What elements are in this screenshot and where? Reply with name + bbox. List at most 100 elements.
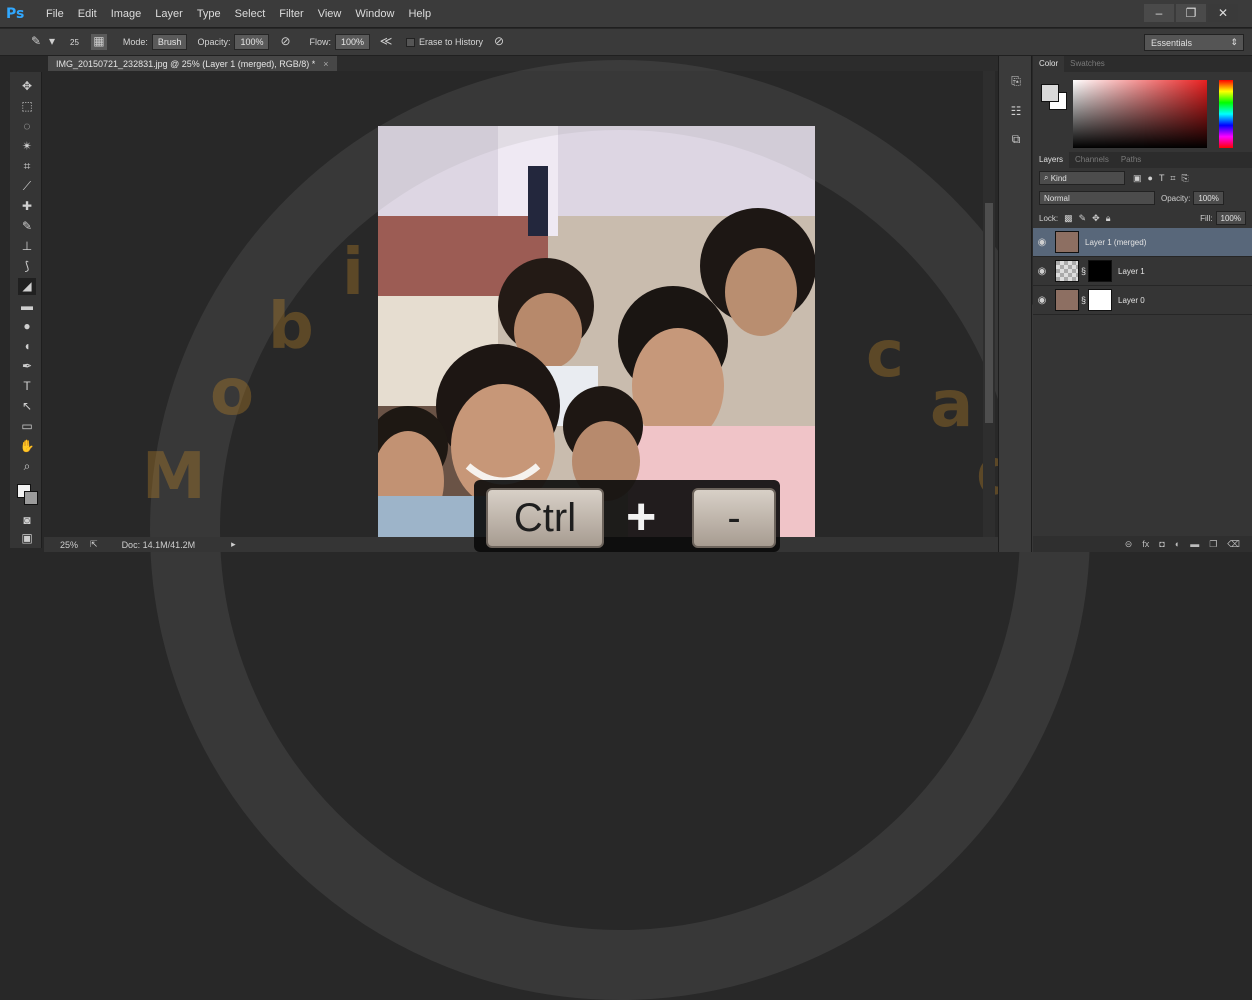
lock-icons[interactable]: ▩✎✥🔒︎ <box>1064 213 1116 224</box>
foreground-color-swatch[interactable] <box>1041 84 1059 102</box>
trash-icon[interactable]: ⌫ <box>1227 539 1240 550</box>
mode-select[interactable]: Brush <box>151 34 188 50</box>
properties-panel-icon[interactable]: ☷ <box>1007 104 1025 122</box>
blur-tool-icon[interactable]: ● <box>18 318 36 335</box>
layer-opacity-field[interactable]: 100% <box>1193 191 1224 205</box>
mode-label: Mode: <box>122 37 148 47</box>
zoom-tool-icon[interactable]: ⌕ <box>18 458 36 475</box>
background-color-swatch[interactable] <box>24 491 38 505</box>
fill-field[interactable]: 100% <box>1215 211 1246 225</box>
blend-mode-select[interactable]: Normal <box>1039 191 1155 205</box>
layer-name[interactable]: Layer 1 (merged) <box>1085 238 1146 247</box>
search-icon: ⌕ <box>1044 173 1051 182</box>
type-tool-icon[interactable]: T <box>18 378 36 395</box>
menu-window[interactable]: Window <box>355 8 394 20</box>
brush-tool-icon[interactable]: ✎ <box>18 218 36 235</box>
path-selection-tool-icon[interactable]: ↖ <box>18 398 36 415</box>
brush-size-picker[interactable]: 25 <box>70 38 79 47</box>
brush-panel-icon[interactable]: ▦ <box>90 34 107 50</box>
flow-field[interactable]: 100% <box>335 34 371 50</box>
fx-icon[interactable]: fx <box>1142 539 1149 549</box>
gradient-tool-icon[interactable]: ▬ <box>18 298 36 315</box>
move-tool-icon[interactable]: ✥ <box>18 78 36 95</box>
layer-thumbnail <box>1055 260 1079 282</box>
eraser-tool-icon[interactable]: ◢ <box>18 278 36 295</box>
marquee-tool-icon[interactable]: ⬚ <box>18 98 36 115</box>
add-mask-icon[interactable]: ◘ <box>1159 539 1164 549</box>
menu-help[interactable]: Help <box>408 8 431 20</box>
menu-filter[interactable]: Filter <box>279 8 303 20</box>
eye-icon[interactable]: ◉ <box>1033 266 1051 277</box>
hue-slider[interactable] <box>1219 80 1233 148</box>
quick-mask-icon[interactable]: ◙ <box>18 512 36 529</box>
scrollbar-thumb[interactable] <box>985 203 993 423</box>
clone-stamp-tool-icon[interactable]: ⊥ <box>18 238 36 255</box>
magic-wand-tool-icon[interactable]: ✴ <box>18 138 36 155</box>
opacity-label: Opacity: <box>197 37 231 47</box>
status-menu-arrow-icon[interactable]: ▸ <box>231 539 236 550</box>
screen-mode-icon[interactable]: ▣ <box>18 530 36 547</box>
workspace-select[interactable]: Essentials ⇕ <box>1144 34 1244 51</box>
history-brush-tool-icon[interactable]: ⟆ <box>18 258 36 275</box>
link-layers-icon[interactable]: ⊝ <box>1125 539 1133 550</box>
chevron-down-icon[interactable]: ▾ <box>44 34 60 50</box>
hand-tool-icon[interactable]: ✋ <box>18 438 36 455</box>
history-panel-icon[interactable]: ⎘ <box>1007 74 1025 92</box>
eyedropper-tool-icon[interactable]: ⟋ <box>18 178 36 195</box>
layer-name[interactable]: Layer 0 <box>1118 296 1145 305</box>
close-button[interactable]: ✕ <box>1208 4 1238 22</box>
minus-key: - <box>692 488 776 548</box>
restore-button[interactable]: ❐ <box>1176 4 1206 22</box>
tab-channels[interactable]: Channels <box>1069 152 1115 168</box>
eye-icon[interactable]: ◉ <box>1033 295 1051 306</box>
minimize-button[interactable]: – <box>1144 4 1174 22</box>
pressure-size-icon[interactable]: ⊘ <box>491 34 507 50</box>
pressure-opacity-icon[interactable]: ⊘ <box>277 34 293 50</box>
zoom-level[interactable]: 25% <box>60 540 78 550</box>
layer-name[interactable]: Layer 1 <box>1118 267 1145 276</box>
document-tab-bar: IMG_20150721_232831.jpg @ 25% (Layer 1 (… <box>48 56 998 71</box>
layer-filter-icons[interactable]: ▣●T⌗⎘ <box>1133 173 1195 184</box>
eraser-tool-icon[interactable]: ✎ <box>28 34 44 50</box>
layer-row[interactable]: ◉ § Layer 0 <box>1033 286 1252 315</box>
adjustments-panel-icon[interactable]: ⧉ <box>1007 132 1025 150</box>
menu-layer[interactable]: Layer <box>155 8 183 20</box>
dodge-tool-icon[interactable]: ◖ <box>18 338 36 355</box>
layer-mask-thumbnail[interactable] <box>1088 260 1113 282</box>
menu-view[interactable]: View <box>318 8 342 20</box>
new-layer-icon[interactable]: ❐ <box>1209 539 1217 550</box>
erase-history-checkbox[interactable] <box>406 37 416 47</box>
document-tab[interactable]: IMG_20150721_232831.jpg @ 25% (Layer 1 (… <box>48 56 337 71</box>
layer-mask-thumbnail[interactable] <box>1088 289 1113 311</box>
new-group-icon[interactable]: ▬ <box>1190 539 1199 549</box>
layer-row-selected[interactable]: ◉ Layer 1 (merged) <box>1033 228 1252 257</box>
export-icon[interactable]: ⇱ <box>90 539 98 550</box>
document-image[interactable] <box>378 126 815 538</box>
eye-icon[interactable]: ◉ <box>1033 237 1051 248</box>
tab-swatches[interactable]: Swatches <box>1064 56 1111 72</box>
layer-row[interactable]: ◉ § Layer 1 <box>1033 257 1252 286</box>
color-panel <box>1033 72 1252 152</box>
color-spectrum[interactable] <box>1073 80 1207 148</box>
opacity-field[interactable]: 100% <box>234 34 270 50</box>
tab-layers[interactable]: Layers <box>1033 152 1070 168</box>
adjustment-layer-icon[interactable]: ◐ <box>1175 539 1180 549</box>
close-tab-icon[interactable]: × <box>323 59 328 69</box>
healing-brush-tool-icon[interactable]: ✚ <box>18 198 36 215</box>
menu-select[interactable]: Select <box>235 8 266 20</box>
rectangle-tool-icon[interactable]: ▭ <box>18 418 36 435</box>
tab-color[interactable]: Color <box>1033 56 1065 72</box>
lasso-tool-icon[interactable]: ◌ <box>18 118 36 135</box>
kind-filter-select[interactable]: ⌕ Kind <box>1039 171 1125 185</box>
menu-type[interactable]: Type <box>197 8 221 20</box>
menu-image[interactable]: Image <box>111 8 142 20</box>
menu-file[interactable]: File <box>46 8 64 20</box>
menu-edit[interactable]: Edit <box>78 8 97 20</box>
pen-tool-icon[interactable]: ✒ <box>18 358 36 375</box>
link-icon: § <box>1081 295 1087 305</box>
crop-tool-icon[interactable]: ⌗ <box>18 158 36 175</box>
airbrush-icon[interactable]: ≪ <box>378 34 394 50</box>
tab-paths[interactable]: Paths <box>1115 152 1147 168</box>
vertical-scrollbar[interactable] <box>983 71 995 538</box>
layers-panel: ⌕ Kind ▣●T⌗⎘ Normal Opacity: 100% Lock: … <box>1033 168 1252 315</box>
